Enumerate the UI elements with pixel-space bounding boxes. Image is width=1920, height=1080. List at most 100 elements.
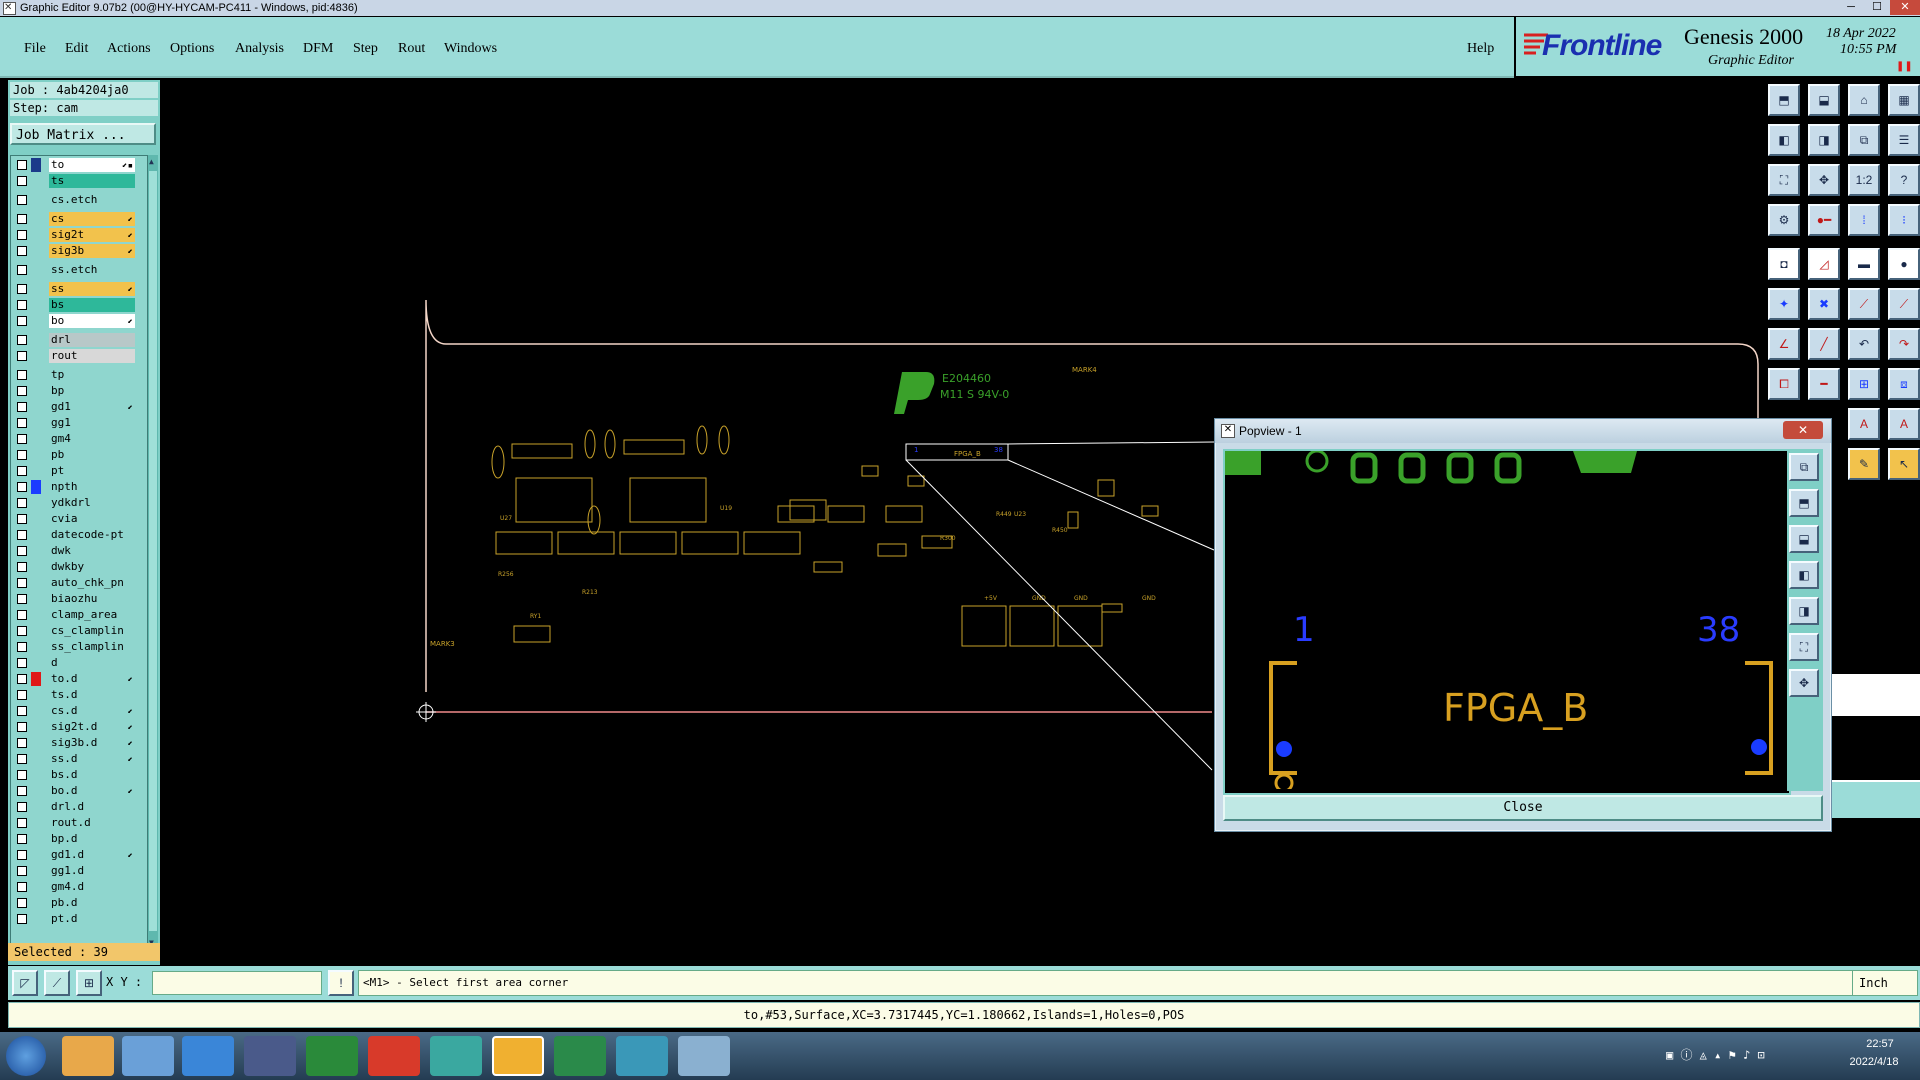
layer-checkbox[interactable] [17, 402, 27, 412]
layer-checkbox[interactable] [17, 284, 27, 294]
layer-checkbox[interactable] [17, 466, 27, 476]
layer-row-ss[interactable]: ss ⬋ [11, 282, 147, 296]
taskbar-app-10-icon[interactable] [616, 1036, 668, 1076]
popview-close-icon[interactable]: ✕ [1783, 421, 1823, 439]
draw-line-icon[interactable]: ◿ [1808, 248, 1840, 280]
layer-row-to[interactable]: to ⬋▪ [11, 158, 147, 172]
popview-tool-3-icon[interactable]: ⬓ [1789, 525, 1819, 553]
start-button-icon[interactable] [6, 1036, 46, 1076]
zoom-right-icon[interactable]: ◨ [1808, 124, 1840, 156]
layer-checkbox[interactable] [17, 722, 27, 732]
taskbar-active-app-icon[interactable] [492, 1036, 544, 1076]
layer-row-to-d[interactable]: to.d ⬋ [11, 672, 147, 686]
layer-row-cs[interactable]: cs ⬋ [11, 212, 147, 226]
popview-tool-1-icon[interactable]: ⧉ [1789, 453, 1819, 481]
measure-icon[interactable]: ⊞ [1848, 368, 1880, 400]
slash-icon[interactable]: ╱ [1808, 328, 1840, 360]
popview-tool-7-icon[interactable]: ✥ [1789, 669, 1819, 697]
layer-row-ts-d[interactable]: ts.d [11, 688, 147, 702]
taskbar-app-7-icon[interactable] [430, 1036, 482, 1076]
menu-help[interactable]: Help [1467, 41, 1494, 57]
layer-row-bs[interactable]: bs [11, 298, 147, 312]
layer-row-ydkdrl[interactable]: ydkdrl [11, 496, 147, 510]
scale-icon[interactable]: 1:2 [1848, 164, 1880, 196]
redo-icon[interactable]: ↷ [1888, 328, 1920, 360]
layer-row-bo[interactable]: bo ⬋ [11, 314, 147, 328]
layer-checkbox[interactable] [17, 546, 27, 556]
layer-checkbox[interactable] [17, 300, 27, 310]
cmd-tool-2-icon[interactable]: ⟋ [44, 970, 70, 996]
popview-tool-6-icon[interactable]: ⛶ [1789, 633, 1819, 661]
layer-row-dwkby[interactable]: dwkby [11, 560, 147, 574]
layer-checkbox[interactable] [17, 802, 27, 812]
layer-row-npth[interactable]: npth [11, 480, 147, 494]
angle-icon[interactable]: ∠ [1768, 328, 1800, 360]
ruler-icon[interactable]: ▬ [1848, 248, 1880, 280]
taskbar-app-1-icon[interactable] [62, 1036, 114, 1076]
layer-checkbox[interactable] [17, 754, 27, 764]
cmd-tool-1-icon[interactable]: ◸ [12, 970, 38, 996]
popview-tool-4-icon[interactable]: ◧ [1789, 561, 1819, 589]
layer-checkbox[interactable] [17, 335, 27, 345]
layer-checkbox[interactable] [17, 674, 27, 684]
layer-checkbox[interactable] [17, 642, 27, 652]
layer-checkbox[interactable] [17, 176, 27, 186]
layer-checkbox[interactable] [17, 450, 27, 460]
layer-checkbox[interactable] [17, 316, 27, 326]
edit-box-icon[interactable]: ⧠ [1768, 368, 1800, 400]
popview-title-bar[interactable]: ✕ Popview - 1 ✕ [1215, 419, 1831, 443]
help-icon[interactable]: ? [1888, 164, 1920, 196]
taskbar-app-6-icon[interactable] [368, 1036, 420, 1076]
layer-checkbox[interactable] [17, 562, 27, 572]
layer-checkbox[interactable] [17, 418, 27, 428]
layer-checkbox[interactable] [17, 834, 27, 844]
layer-checkbox[interactable] [17, 626, 27, 636]
save-icon[interactable]: ⬓ [1808, 84, 1840, 116]
layer-row-drl[interactable]: drl [11, 333, 147, 347]
scroll-thumb[interactable] [149, 171, 157, 931]
layer-row-auto-chk-pn[interactable]: auto_chk_pn [11, 576, 147, 590]
layer-row-sig3b-d[interactable]: sig3b.d ⬋ [11, 736, 147, 750]
window-title-bar[interactable]: Graphic Editor 9.07b2 (00@HY-HYCAM-PC411… [0, 0, 1920, 16]
layer-checkbox[interactable] [17, 690, 27, 700]
move-icon[interactable]: ✦ [1768, 288, 1800, 320]
layer-row-bp[interactable]: bp [11, 384, 147, 398]
layer-checkbox[interactable] [17, 265, 27, 275]
menu-actions[interactable]: Actions [107, 41, 151, 57]
net-icon[interactable]: ⁞ [1848, 204, 1880, 236]
layer-row-cs-etch[interactable]: cs.etch [11, 193, 147, 207]
layer-row-datecode-pt[interactable]: datecode-pt [11, 528, 147, 542]
layer-checkbox[interactable] [17, 818, 27, 828]
xy-input[interactable] [152, 971, 322, 995]
pad-add-icon[interactable]: ● [1888, 248, 1920, 280]
pad-icon[interactable]: ●━ [1808, 204, 1840, 236]
alert-icon[interactable]: ! [328, 970, 354, 996]
menu-options[interactable]: Options [170, 41, 214, 57]
layer-checkbox[interactable] [17, 246, 27, 256]
layer-row-gg1-d[interactable]: gg1.d [11, 864, 147, 878]
menu-analysis[interactable]: Analysis [235, 41, 284, 57]
fit-screen-icon[interactable]: ⛶ [1768, 164, 1800, 196]
pointer-tool-icon[interactable]: ↖ [1888, 448, 1920, 480]
list-icon[interactable]: ☰ [1888, 124, 1920, 156]
highlight-tool-icon[interactable]: ✎ [1848, 448, 1880, 480]
layer-row-pt[interactable]: pt [11, 464, 147, 478]
layer-checkbox[interactable] [17, 498, 27, 508]
popview-window[interactable]: ✕ Popview - 1 ✕ 1 38 FPGA_B ⧉ ⬒ ⬓ ◧ ◨ ⛶ ✥ [1214, 418, 1832, 832]
layer-checkbox[interactable] [17, 434, 27, 444]
layer-row-drl-d[interactable]: drl.d [11, 800, 147, 814]
layer-row-rout-d[interactable]: rout.d [11, 816, 147, 830]
taskbar-save-icon[interactable] [244, 1036, 296, 1076]
layer-checkbox[interactable] [17, 351, 27, 361]
taskbar-app-3-icon[interactable] [182, 1036, 234, 1076]
units-selector[interactable]: Inch [1852, 970, 1918, 996]
layer-checkbox[interactable] [17, 914, 27, 924]
close-window-button[interactable]: ✕ [1890, 0, 1920, 15]
layer-checkbox[interactable] [17, 706, 27, 716]
layer-checkbox[interactable] [17, 770, 27, 780]
layer-row-clamp-area[interactable]: clamp_area [11, 608, 147, 622]
cross-icon[interactable]: ✖ [1808, 288, 1840, 320]
layer-checkbox[interactable] [17, 514, 27, 524]
layer-list-scrollbar[interactable]: ▲ ▼ [148, 155, 158, 950]
menu-edit[interactable]: Edit [65, 41, 88, 57]
